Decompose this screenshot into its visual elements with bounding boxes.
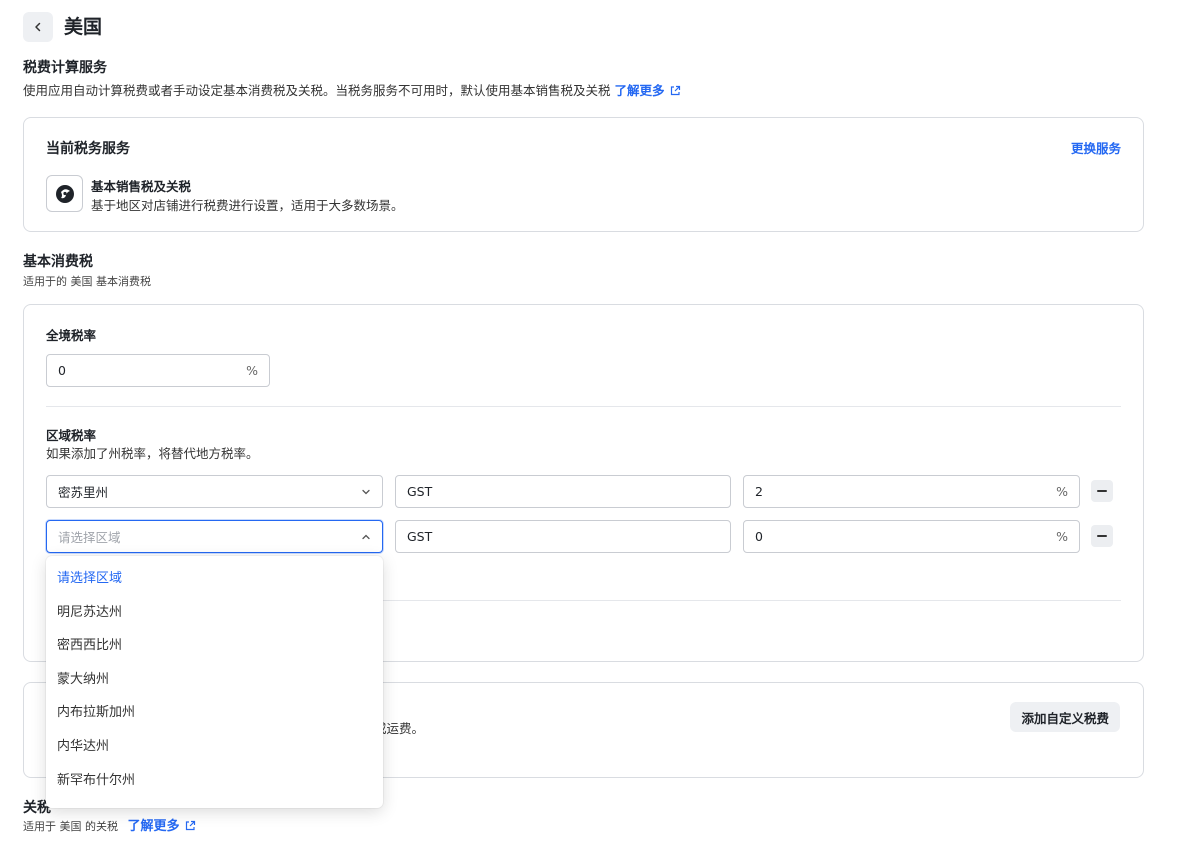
duties-desc: 适用于 美国 的关税 了解更多 [23, 819, 196, 835]
tax-rate-value: 2 [755, 484, 763, 499]
external-link-icon [670, 85, 680, 96]
tax-name-input[interactable]: GST [395, 475, 731, 508]
basic-tax-desc: 适用于的 美国 基本消费税 [23, 275, 151, 288]
tax-rate-value: 0 [755, 529, 763, 544]
regional-rate-label: 区域税率 [46, 428, 97, 443]
learn-more-link[interactable]: 了解更多 [615, 83, 681, 98]
basic-tax-title: 基本消费税 [23, 254, 93, 270]
percent-suffix: % [1056, 484, 1068, 499]
external-link-icon [185, 820, 195, 831]
minus-icon [1097, 535, 1107, 537]
chevron-left-icon [35, 22, 41, 32]
tax-name-value: GST [407, 484, 433, 499]
tax-name-input[interactable]: GST [395, 520, 731, 553]
service-desc: 基于地区对店铺进行税费进行设置，适用于大多数场景。 [91, 198, 404, 213]
back-button[interactable] [23, 12, 53, 42]
add-custom-tax-button[interactable]: 添加自定义税费 [1010, 702, 1120, 732]
learn-more-label: 了解更多 [127, 819, 180, 834]
region-select-placeholder: 请选择区域 [58, 530, 121, 545]
region-select[interactable]: 密苏里州 [46, 475, 383, 508]
regional-rate-desc: 如果添加了州税率，将替代地方税率。 [46, 446, 259, 461]
tax-service-desc: 使用应用自动计算税费或者手动设定基本消费税及关税。当税务服务不可用时，默认使用基… [23, 82, 681, 100]
region-select[interactable]: 请选择区域 [46, 520, 383, 553]
page-title: 美国 [64, 16, 103, 38]
nationwide-rate-label: 全境税率 [46, 328, 97, 343]
minus-icon [1097, 490, 1107, 492]
nationwide-rate-input[interactable]: 0 % [46, 354, 270, 387]
region-dropdown-menu: 请选择区域 明尼苏达州 密西西比州 蒙大纳州 内布拉斯加州 内华达州 新罕布什尔… [46, 556, 383, 808]
learn-more-label: 了解更多 [614, 83, 665, 98]
service-name: 基本销售税及关税 [91, 179, 192, 194]
dropdown-option[interactable]: 新罕布什尔州 [46, 764, 383, 798]
tax-rate-input[interactable]: 0 % [743, 520, 1080, 553]
dropdown-option[interactable]: 内华达州 [46, 730, 383, 764]
chevron-up-icon [362, 534, 370, 539]
remove-row-button[interactable] [1091, 525, 1113, 547]
divider [46, 406, 1121, 407]
current-service-card: 当前税务服务 更换服务 基本销售税及关税 基于地区对店铺进行税费进行设置，适用于… [23, 117, 1144, 232]
current-service-title: 当前税务服务 [46, 141, 130, 157]
duties-desc-text: 适用于 美国 的关税 [23, 820, 118, 833]
tax-rate-input[interactable]: 2 % [743, 475, 1080, 508]
tax-service-desc-text: 使用应用自动计算税费或者手动设定基本消费税及关税。当税务服务不可用时，默认使用基… [23, 83, 611, 98]
dropdown-option[interactable]: 内布拉斯加州 [46, 696, 383, 730]
percent-suffix: % [246, 363, 258, 378]
tax-name-value: GST [407, 529, 433, 544]
nationwide-rate-value: 0 [58, 363, 66, 378]
dropdown-option[interactable]: 蒙大纳州 [46, 663, 383, 697]
change-service-link[interactable]: 更换服务 [1071, 138, 1121, 157]
duties-learn-more-link[interactable]: 了解更多 [128, 819, 196, 834]
dropdown-option[interactable]: 明尼苏达州 [46, 596, 383, 630]
region-select-value: 密苏里州 [58, 485, 109, 500]
dropdown-option[interactable]: 请选择区域 [46, 562, 383, 596]
dropdown-option[interactable]: 密西西比州 [46, 629, 383, 663]
service-logo-icon [46, 175, 83, 212]
percent-suffix: % [1056, 529, 1068, 544]
tax-service-title: 税费计算服务 [23, 60, 107, 76]
remove-row-button[interactable] [1091, 480, 1113, 502]
chevron-down-icon [362, 489, 370, 494]
